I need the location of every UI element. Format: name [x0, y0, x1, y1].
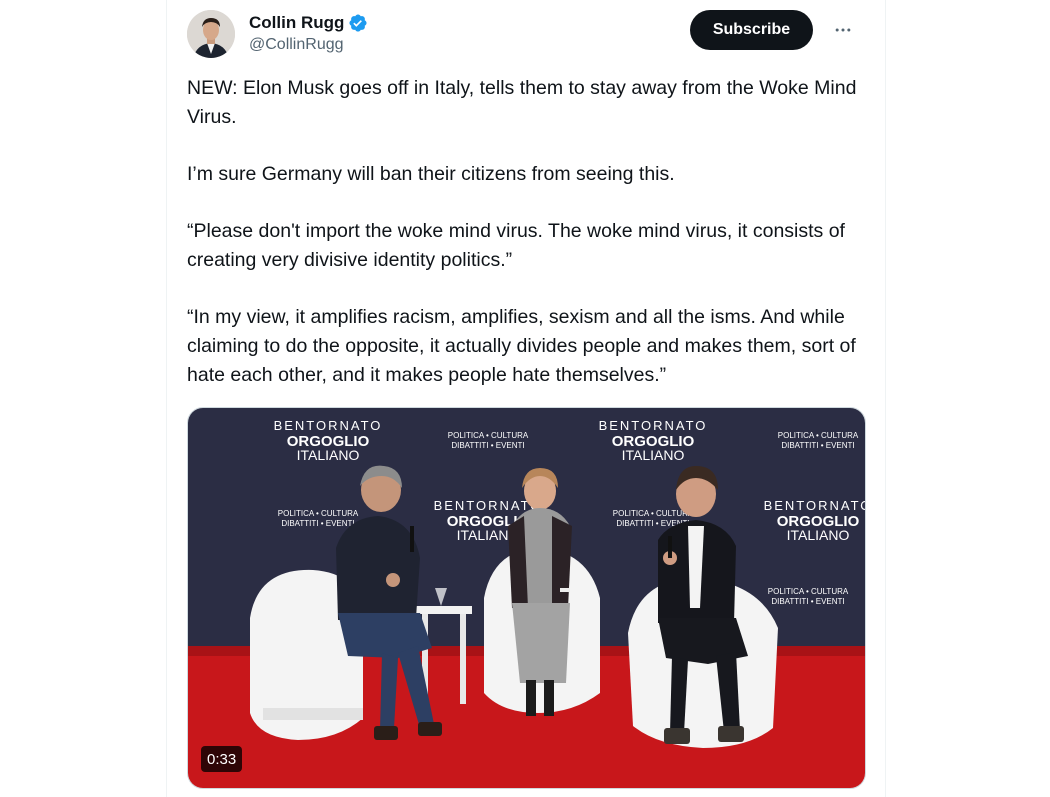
svg-text:DIBATTITI • EVENTI: DIBATTITI • EVENTI — [451, 441, 524, 450]
svg-text:DIBATTITI • EVENTI: DIBATTITI • EVENTI — [281, 519, 354, 528]
backdrop-brand-line3: ITALIANO — [787, 527, 850, 543]
tweet-card: Collin Rugg @CollinRugg Subscribe NEW: E… — [166, 0, 886, 797]
backdrop-brand-line1: BENTORNATO — [764, 498, 866, 513]
tweet-paragraph: “In my view, it amplifies racism, amplif… — [187, 306, 862, 386]
svg-text:POLITICA • CULTURA: POLITICA • CULTURA — [448, 431, 529, 440]
video-player[interactable]: BENTORNATO ORGOGLIO ITALIANO BENTORNATO … — [187, 407, 866, 789]
tweet-paragraph: I’m sure Germany will ban their citizens… — [187, 163, 675, 185]
video-frame: BENTORNATO ORGOGLIO ITALIANO BENTORNATO … — [188, 408, 866, 788]
display-name[interactable]: Collin Rugg — [249, 13, 344, 33]
backdrop-brand-line1: BENTORNATO — [599, 418, 708, 433]
svg-text:DIBATTITI • EVENTI: DIBATTITI • EVENTI — [771, 597, 844, 606]
handle[interactable]: @CollinRugg — [249, 36, 368, 54]
tweet-paragraph: “Please don't import the woke mind virus… — [187, 220, 851, 271]
tweet-text: NEW: Elon Musk goes off in Italy, tells … — [187, 74, 867, 390]
more-horizontal-icon[interactable] — [831, 18, 855, 42]
svg-text:POLITICA • CULTURA: POLITICA • CULTURA — [613, 509, 694, 518]
backdrop-brand-line3: ITALIANO — [622, 447, 685, 463]
backdrop-brand-line1: BENTORNATO — [274, 418, 383, 433]
backdrop-brand-line3: ITALIANO — [297, 447, 360, 463]
video-duration-badge: 0:33 — [201, 746, 243, 772]
svg-text:POLITICA • CULTURA: POLITICA • CULTURA — [278, 509, 359, 518]
verified-badge-icon — [348, 13, 368, 33]
svg-text:DIBATTITI • EVENTI: DIBATTITI • EVENTI — [781, 441, 854, 450]
avatar[interactable] — [187, 10, 235, 58]
svg-text:POLITICA • CULTURA: POLITICA • CULTURA — [778, 431, 859, 440]
user-block: Collin Rugg @CollinRugg — [249, 12, 368, 54]
tweet-header: Collin Rugg @CollinRugg Subscribe — [187, 10, 865, 58]
svg-text:POLITICA • CULTURA: POLITICA • CULTURA — [768, 587, 849, 596]
name-row: Collin Rugg — [249, 12, 368, 34]
subscribe-button[interactable]: Subscribe — [690, 10, 813, 50]
tweet-paragraph: NEW: Elon Musk goes off in Italy, tells … — [187, 77, 862, 128]
side-table — [416, 606, 472, 614]
